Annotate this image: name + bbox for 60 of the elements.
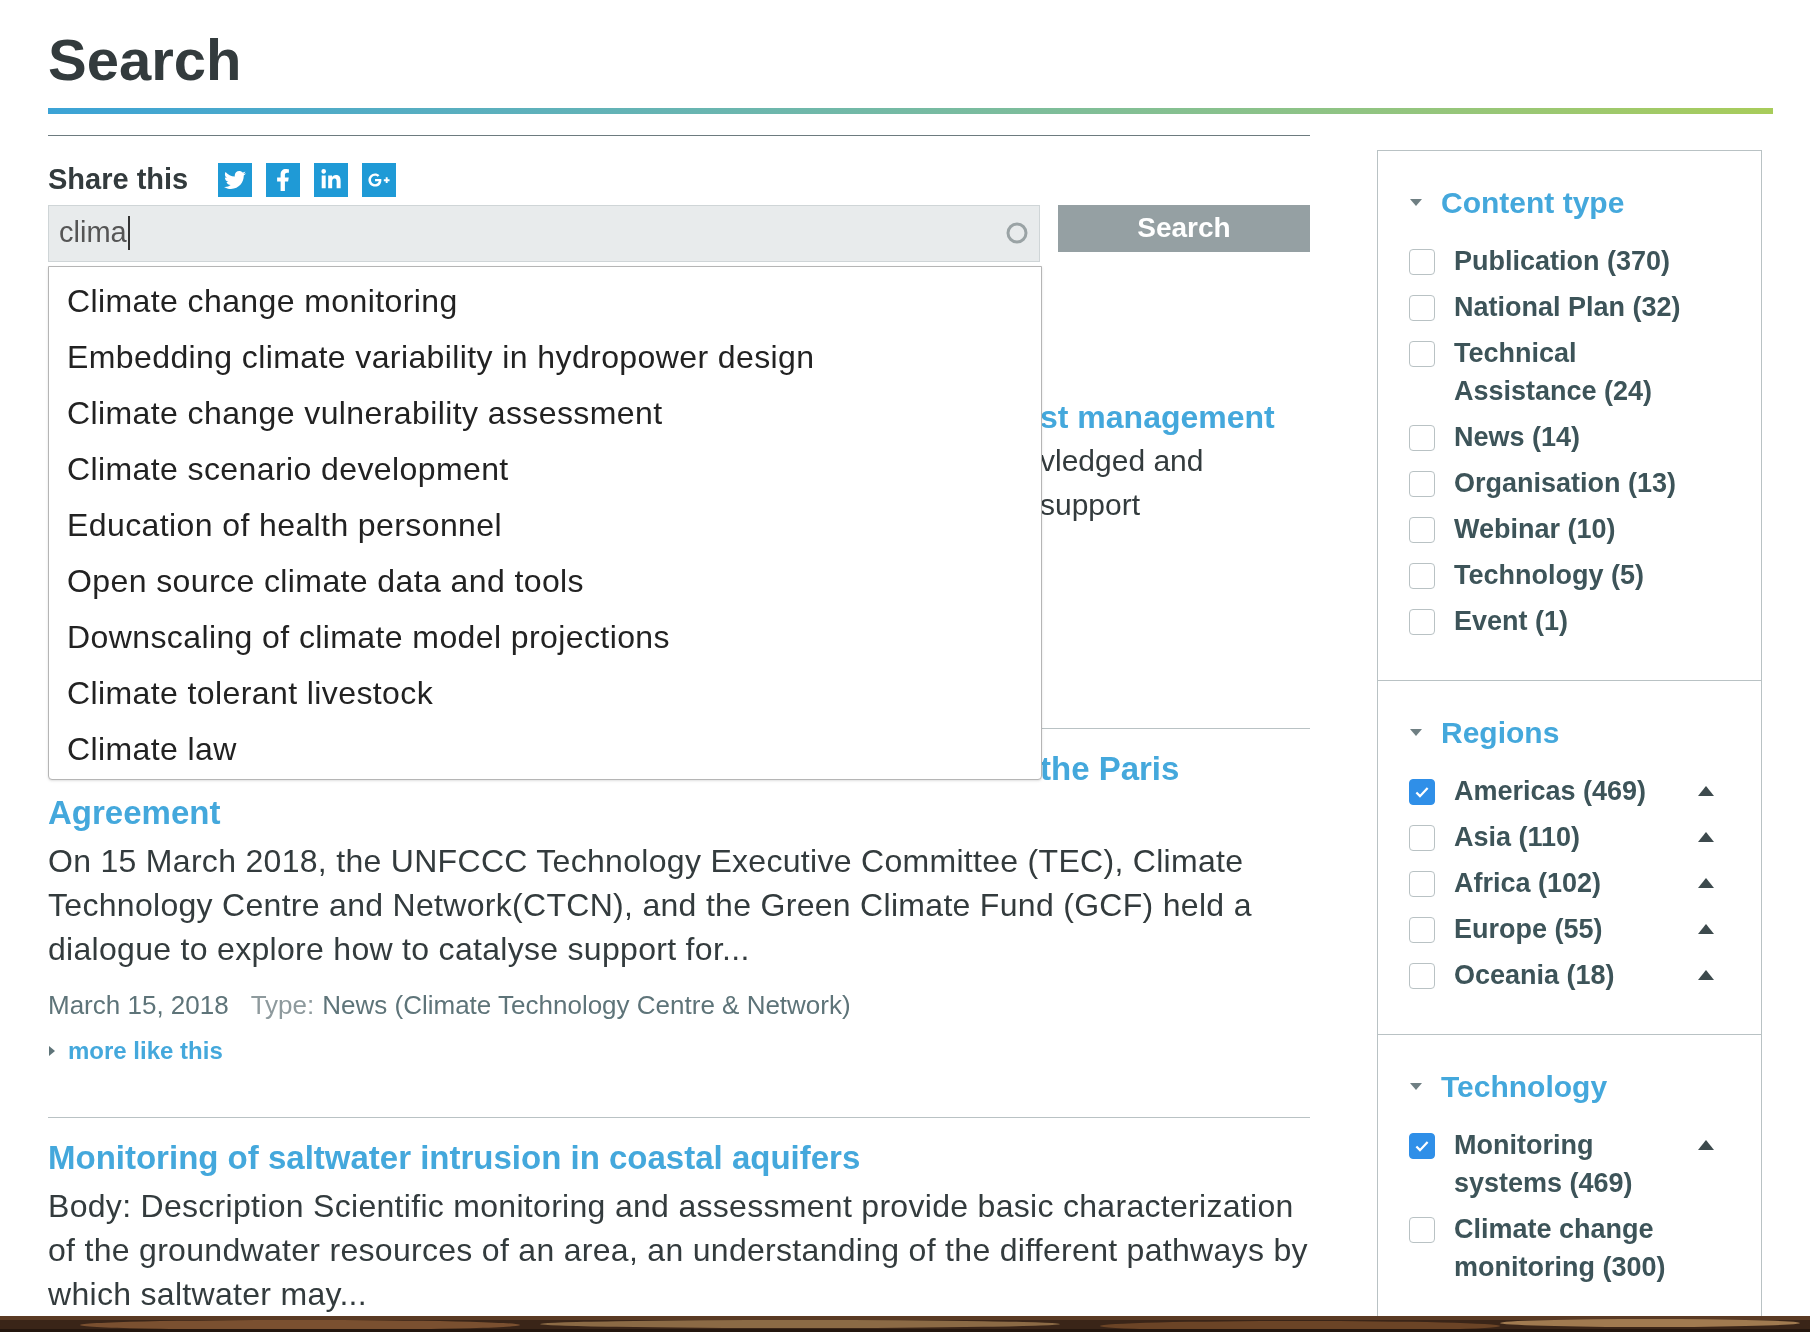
expand-arrow-icon[interactable] [1698,1140,1714,1150]
twitter-icon[interactable] [218,162,253,197]
share-label: Share this [48,162,189,197]
checkbox[interactable] [1409,249,1435,275]
result-snippet: support [1040,486,1142,523]
suggestion-item[interactable]: Climate change monitoring [49,272,1041,329]
checkbox[interactable] [1409,1217,1435,1243]
checkbox[interactable] [1409,917,1435,943]
checkbox[interactable] [1409,471,1435,497]
checkbox[interactable] [1409,341,1435,367]
filter-option[interactable]: Climate change monitoring (300) [1454,1210,1709,1286]
expand-arrow-icon[interactable] [1698,832,1714,842]
expand-arrow-icon[interactable] [1698,786,1714,796]
suggestion-item[interactable]: Education of health personnel [49,496,1041,553]
checkbox[interactable] [1409,563,1435,589]
suggestion-item[interactable]: Climate tolerant livestock [49,664,1041,721]
caret-right-icon [48,1044,56,1057]
expand-arrow-icon[interactable] [1698,924,1714,934]
checkbox[interactable] [1409,871,1435,897]
filter-option[interactable]: Africa (102) [1454,864,1679,902]
result-snippet: Body: Description Scientific monitoring and assessment provide basic characterization of the groundwater resources of an area, an understanding of the different pathways by which saltwater may... [48,1186,1309,1314]
filter-option[interactable]: Europe (55) [1454,910,1679,948]
checkbox[interactable] [1409,517,1435,543]
type-label: Type: [250,988,315,1022]
checkbox[interactable] [1409,963,1435,989]
checkbox[interactable] [1409,1133,1435,1159]
type-value: News (Climate Technology Centre & Network) [322,988,851,1022]
expand-arrow-icon[interactable] [1698,970,1714,980]
result-snippet: vledged and [1040,442,1205,479]
google-plus-icon[interactable] [362,162,397,197]
checkbox[interactable] [1409,425,1435,451]
filter-option[interactable]: News (14) [1454,418,1709,456]
checkbox[interactable] [1409,825,1435,851]
filter-option[interactable]: Oceania (18) [1454,956,1679,994]
filter-option[interactable]: Americas (469) [1454,772,1679,810]
suggestion-item[interactable]: Climate law [49,720,1041,777]
checkbox[interactable] [1409,779,1435,805]
filter-option[interactable]: Asia (110) [1454,818,1679,856]
expand-arrow-icon[interactable] [1698,878,1714,888]
suggestion-item[interactable]: Open source climate data and tools [49,552,1041,609]
linkedin-icon[interactable] [314,162,349,197]
facebook-icon[interactable] [266,162,301,197]
suggestion-item[interactable]: Climate change vulnerability assessment [49,384,1041,441]
filter-option[interactable]: Webinar (10) [1454,510,1709,548]
suggestion-item[interactable]: Climate scenario development [49,440,1041,497]
search-field[interactable]: clima [48,204,1040,262]
checkbox[interactable] [1409,609,1435,635]
filter-option[interactable]: Technology (5) [1454,556,1709,594]
suggestion-item[interactable]: Embedding climate variability in hydropower design [49,328,1041,385]
filter-option[interactable]: Organisation (13) [1454,464,1709,502]
filter-option[interactable]: Monitoring systems (469) [1454,1126,1679,1202]
result-date: March 15, 2018 [48,988,229,1022]
filter-option[interactable]: National Plan (32) [1454,288,1709,326]
page-title: Search [48,26,242,94]
filter-option[interactable]: Technical Assistance (24) [1454,334,1709,410]
suggestion-item[interactable]: Downscaling of climate model projections [49,608,1041,665]
filter-option[interactable]: Event (1) [1454,602,1709,640]
checkbox[interactable] [1409,295,1435,321]
result-snippet: On 15 March 2018, the UNFCCC Technology Executive Committee (TEC), Climate Technology Centre and Network(CTCN), and the Green Climate Fund (GCF) held a dialogue to explore how to catalyse support for... [48,841,1253,969]
filter-option[interactable]: Publication (370) [1454,242,1709,280]
